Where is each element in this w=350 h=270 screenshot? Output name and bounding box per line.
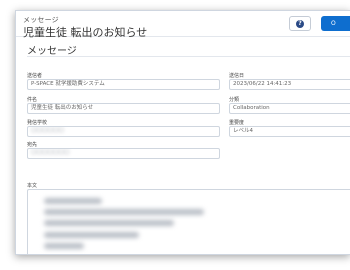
body-label: 本文	[27, 183, 38, 189]
sender-field[interactable]: P-SPACE 就学援助費システム	[27, 79, 220, 90]
sender-school-value: 〇〇〇〇〇〇	[31, 128, 65, 134]
body-text-line	[44, 198, 102, 204]
body-text-line	[44, 243, 84, 249]
help-button[interactable]: ?	[289, 16, 311, 31]
page-title: 児童生徒 転出のお知らせ	[23, 26, 148, 39]
section-title: メッセージ	[27, 46, 77, 57]
recipient-field[interactable]: 〇〇〇〇〇〇〇	[27, 148, 220, 159]
sender-school-field[interactable]: 〇〇〇〇〇〇	[27, 126, 220, 137]
message-window: メッセージ 児童生徒 転出のお知らせ ? O メッセージ 送信者 P-SPACE…	[15, 10, 350, 255]
sender-school-label: 発信学校	[27, 120, 48, 126]
subject-label: 件名	[27, 97, 38, 103]
sent-date-label: 送信日	[229, 73, 245, 79]
subject-field[interactable]: 児童生徒 転出のお知らせ	[27, 103, 220, 114]
importance-label: 重要度	[229, 120, 245, 126]
body-text-line	[44, 220, 174, 226]
message-body[interactable]	[27, 189, 350, 254]
divider	[27, 56, 350, 57]
category-label: 分類	[229, 97, 240, 103]
category-field[interactable]: Collaboration	[229, 103, 350, 114]
body-text-line	[44, 232, 139, 238]
top-bar: メッセージ 児童生徒 転出のお知らせ ? O	[16, 11, 350, 39]
importance-field[interactable]: レベル4	[229, 126, 350, 137]
primary-action-button[interactable]: O	[321, 16, 350, 31]
recipient-value: 〇〇〇〇〇〇〇	[31, 150, 70, 156]
sent-date-field[interactable]: 2023/06/22 14:41:23	[229, 79, 350, 90]
body-text-line	[44, 209, 204, 215]
recipient-label: 宛先	[27, 142, 38, 148]
question-icon: ?	[296, 19, 304, 28]
sender-label: 送信者	[27, 73, 43, 79]
